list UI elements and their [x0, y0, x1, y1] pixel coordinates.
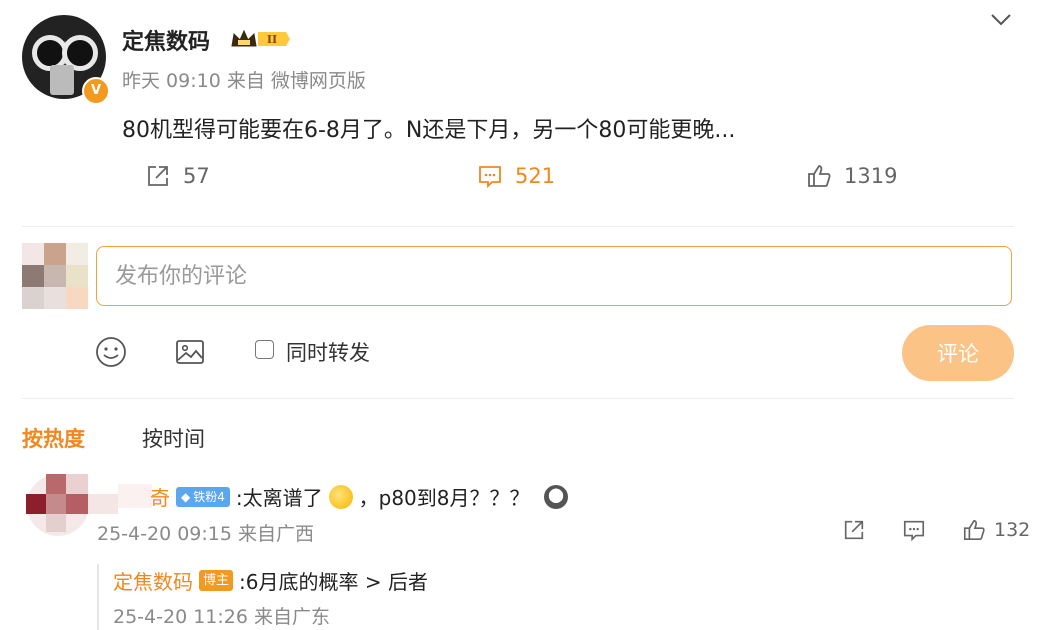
crown-icon[interactable]: II	[230, 28, 292, 50]
comment-count: 521	[515, 164, 556, 188]
repost-count: 57	[183, 164, 210, 188]
emoji-icon[interactable]	[95, 336, 127, 368]
dog-face-emoji-icon	[543, 484, 568, 509]
like-count: 1319	[844, 164, 898, 188]
crown-level: II	[267, 33, 277, 46]
reply-text: :6月底的概率 > 后者	[239, 570, 428, 594]
repost-checkbox-label[interactable]: 同时转发	[286, 337, 370, 367]
my-avatar	[22, 243, 88, 309]
comment-content: 奇 ◆ 铁粉4 :太离谱了 ，p80到8月？？？	[150, 482, 568, 511]
repost-checkbox[interactable]	[255, 340, 274, 359]
comment-actions: 132	[842, 518, 1030, 542]
diamond-icon: ◆	[181, 489, 191, 504]
comment-like-icon[interactable]	[962, 518, 986, 542]
chevron-down-icon[interactable]	[990, 12, 1012, 28]
like-button[interactable]: 1319	[806, 163, 897, 189]
post-text: 80机型得可能要在6-8月了。N还是下月，另一个80可能更晚...	[122, 118, 736, 143]
divider	[22, 226, 1014, 227]
tab-sort-hot[interactable]: 按热度	[22, 423, 85, 453]
comment-input[interactable]	[96, 246, 1012, 306]
fan-badge-label: 铁粉4	[193, 490, 225, 504]
comment-text-a: :太离谱了	[235, 486, 323, 510]
like-icon	[808, 165, 831, 187]
host-badge: 博主	[199, 570, 234, 591]
post-meta: 昨天 09:10 来自 微博网页版	[122, 70, 366, 92]
divider	[22, 398, 1014, 399]
reply-content: 定焦数码 博主 :6月底的概率 > 后者	[113, 566, 428, 595]
repost-icon	[148, 166, 168, 186]
submit-comment-button[interactable]: 评论	[902, 325, 1014, 381]
comment-icon	[479, 166, 501, 189]
comment-meta: 25-4-20 09:15 来自广西	[97, 523, 314, 545]
verified-icon: V	[82, 77, 110, 105]
tab-sort-time[interactable]: 按时间	[142, 423, 205, 453]
commenter-name[interactable]: 奇	[150, 482, 170, 511]
comment-reply-icon[interactable]	[902, 518, 926, 542]
reply-author-name[interactable]: 定焦数码	[113, 566, 193, 595]
fan-badge[interactable]: ◆ 铁粉4	[176, 486, 230, 507]
image-icon[interactable]	[174, 336, 206, 368]
reply-divider	[97, 564, 99, 630]
comment-like-count: 132	[994, 519, 1031, 541]
comment-button[interactable]: 521	[477, 163, 555, 189]
comment-repost-icon[interactable]	[842, 518, 866, 542]
comment-text-b: ，p80到8月？？？	[358, 486, 530, 510]
reply-meta: 25-4-20 11:26 来自广东	[113, 606, 330, 628]
repost-button[interactable]: 57	[145, 163, 210, 189]
laugh-cry-emoji-icon	[328, 484, 353, 509]
author-name[interactable]: 定焦数码	[122, 24, 210, 56]
